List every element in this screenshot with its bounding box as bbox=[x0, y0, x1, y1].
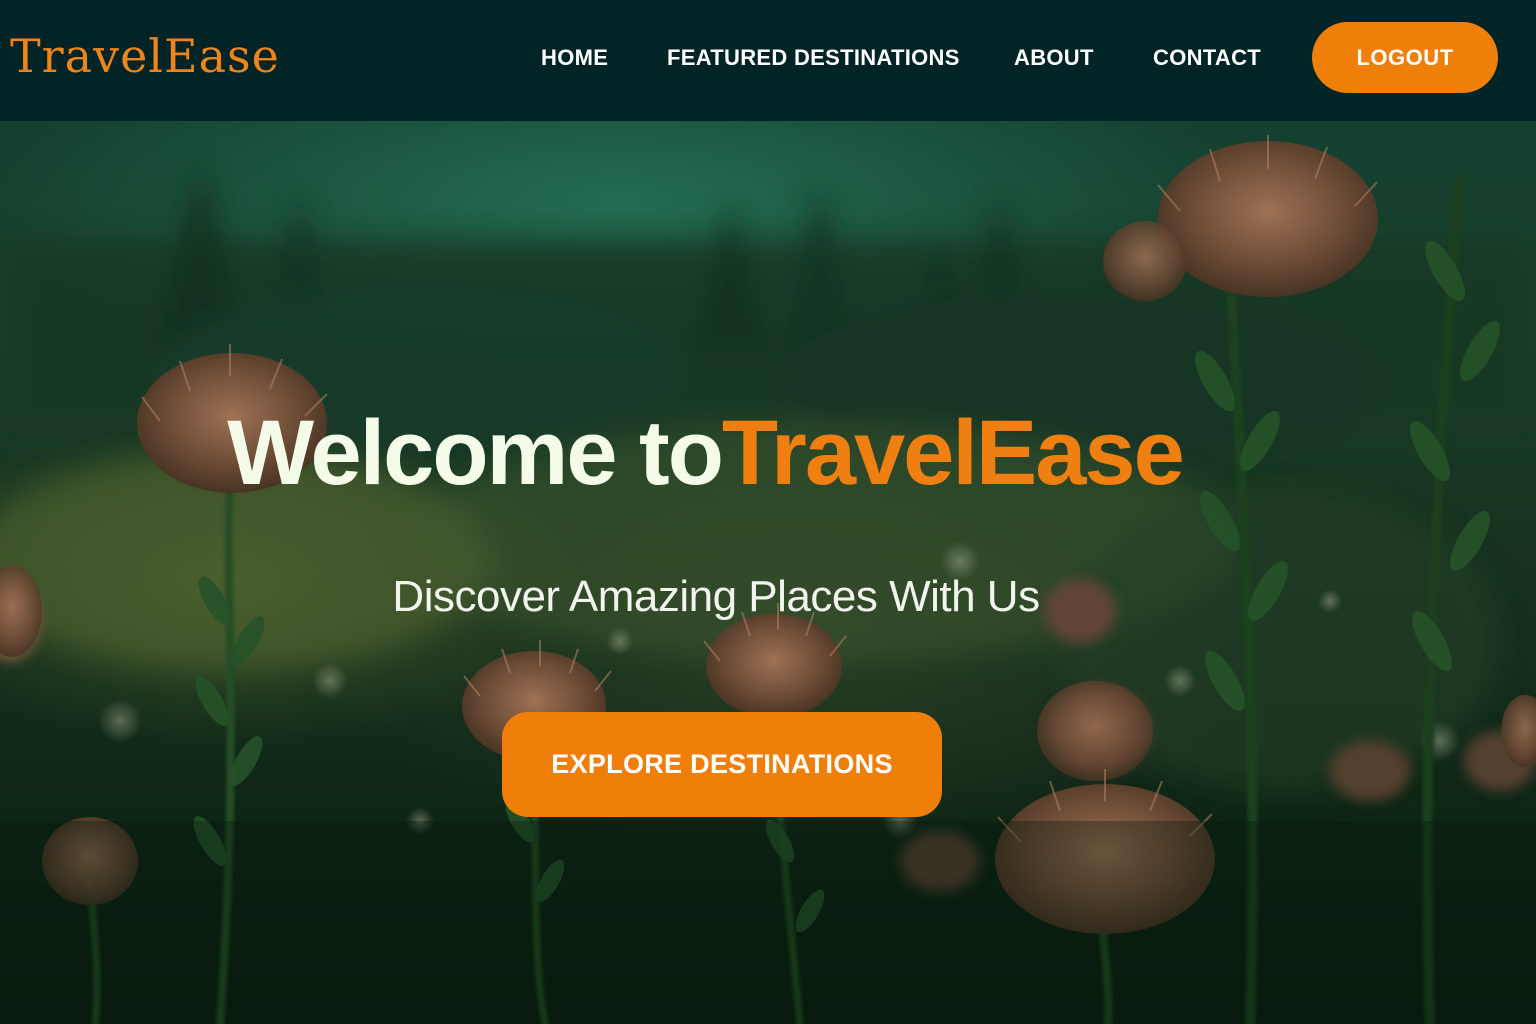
nav-link-contact[interactable]: CONTACT bbox=[1153, 40, 1261, 76]
hero-title-lead: Welcome to bbox=[227, 402, 724, 504]
brand-logo[interactable]: TravelEase bbox=[10, 24, 280, 88]
hero-subtitle: Discover Amazing Places With Us bbox=[392, 572, 1040, 621]
nav-link-about[interactable]: ABOUT bbox=[1014, 40, 1094, 76]
hero-section: Welcome toTravelEase Discover Amazing Pl… bbox=[0, 121, 1536, 1024]
hero-title-brand: TravelEase bbox=[721, 402, 1185, 504]
nav-link-home[interactable]: HOME bbox=[541, 40, 608, 76]
explore-destinations-button[interactable]: EXPLORE DESTINATIONS bbox=[502, 712, 942, 817]
hero-title: Welcome toTravelEase bbox=[0, 403, 1410, 503]
logout-button[interactable]: LOGOUT bbox=[1312, 22, 1498, 93]
top-navbar: TravelEase HOME FEATURED DESTINATIONS AB… bbox=[0, 0, 1536, 121]
nav-link-featured-destinations[interactable]: FEATURED DESTINATIONS bbox=[667, 40, 960, 76]
